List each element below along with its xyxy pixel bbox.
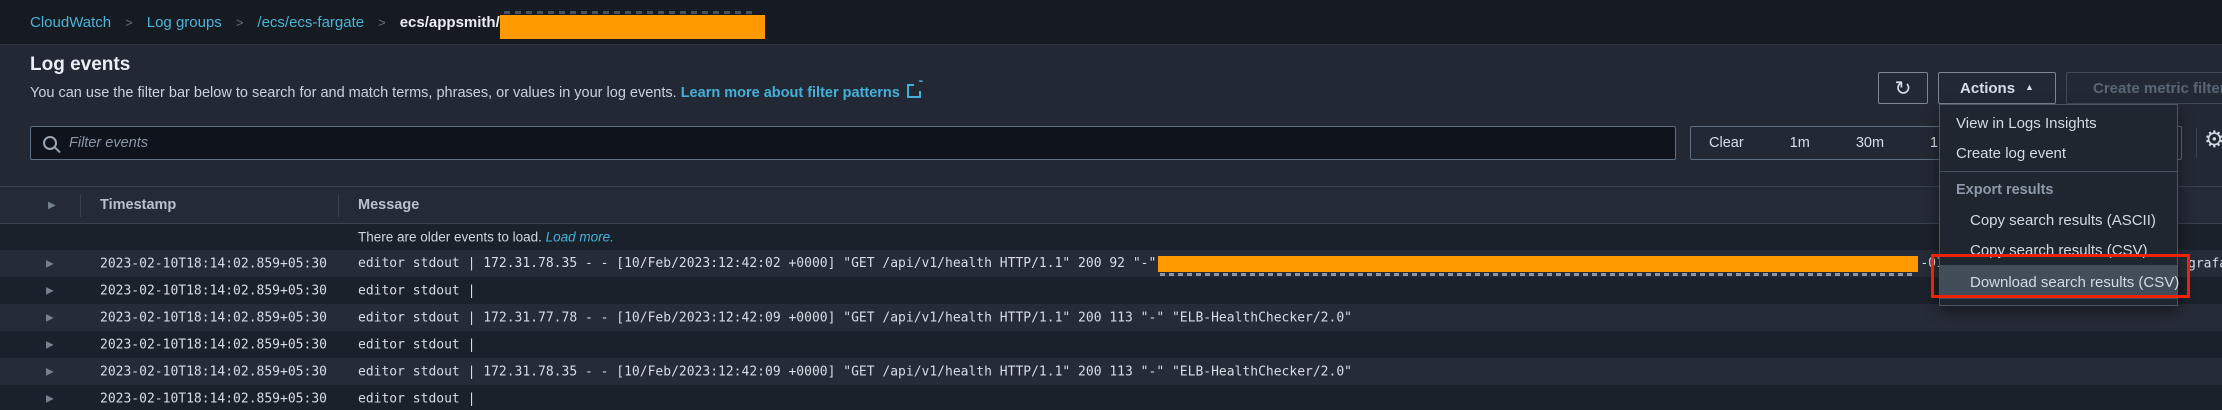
breadcrumb-log-group[interactable]: /ecs/ecs-fargate [257,14,364,31]
redaction-bar [1158,256,1918,272]
page-title: Log events [30,54,130,76]
menu-item-create-log-event[interactable]: Create log event [1940,138,2177,168]
load-more-text: There are older events to load. [358,230,542,245]
gear-icon[interactable]: ⚙ [2204,126,2222,153]
row-timestamp: 2023-02-10T18:14:02.859+05:30 [100,337,327,352]
breadcrumb-separator: > [125,15,133,30]
row-message: editor stdout | 172.31.78.35 - - [10/Feb… [358,364,1352,379]
filter-events-box [30,126,1676,160]
menu-item-copy-search-results-ascii[interactable]: Copy search results (ASCII) [1940,205,2177,235]
expand-row-icon[interactable]: ▶ [46,285,54,296]
column-divider [338,195,339,217]
row-timestamp: 2023-02-10T18:14:02.859+05:30 [100,391,327,406]
refresh-icon: ↻ [1895,76,1912,101]
menu-section-export-results: Export results [1940,175,2177,205]
breadcrumb-separator: > [378,15,386,30]
row-timestamp: 2023-02-10T18:14:02.859+05:30 [100,256,327,271]
column-header-message: Message [358,197,419,213]
row-timestamp: 2023-02-10T18:14:02.859+05:30 [100,310,327,325]
load-more-link[interactable]: Load more. [546,230,614,245]
row-message: editor stdout | [358,391,475,406]
toolbar-divider [2196,128,2197,158]
menu-item-view-in-logs-insights[interactable]: View in Logs Insights [1940,108,2177,138]
row-timestamp: 2023-02-10T18:14:02.859+05:30 [100,364,327,379]
filter-events-input[interactable] [67,134,1663,152]
actions-button[interactable]: Actions ▲ [1938,72,2056,104]
row-timestamp: 2023-02-10T18:14:02.859+05:30 [100,283,327,298]
expand-row-icon[interactable]: ▶ [46,339,54,350]
actions-button-label: Actions [1960,80,2015,97]
table-row[interactable]: ▶ 2023-02-10T18:14:02.859+05:30 editor s… [0,304,2222,331]
column-divider [80,195,81,217]
create-metric-filter-button[interactable]: Create metric filter [2066,72,2222,104]
external-link-icon [907,84,921,98]
page-description: You can use the filter bar below to sear… [30,84,921,101]
table-row[interactable]: ▶ 2023-02-10T18:14:02.859+05:30 editor s… [0,277,2222,304]
row-message-fragment: grafan [2188,256,2222,271]
row-message: editor stdout | [358,283,475,298]
time-range-1m[interactable]: 1m [1790,135,1810,151]
table-row[interactable]: ▶ 2023-02-10T18:14:02.859+05:30 editor s… [0,385,2222,410]
expand-row-icon[interactable]: ▶ [46,393,54,404]
breadcrumb: CloudWatch > Log groups > /ecs/ecs-farga… [0,0,2222,44]
time-range-clear[interactable]: Clear [1709,135,1744,151]
search-icon [43,136,57,150]
create-metric-filter-label: Create metric filter [2093,80,2222,97]
redaction-bar [500,15,765,39]
cloudwatch-log-events-page: CloudWatch > Log groups > /ecs/ecs-farga… [0,0,2222,410]
load-more-row: There are older events to load. Load mor… [0,224,2222,250]
expand-row-icon[interactable]: ▶ [46,312,54,323]
table-row[interactable]: ▶ 2023-02-10T18:14:02.859+05:30 editor s… [0,331,2222,358]
table-row[interactable]: ▶ 2023-02-10T18:14:02.859+05:30 editor s… [0,358,2222,385]
menu-item-download-search-results-csv[interactable]: Download search results (CSV) [1940,265,2177,299]
breadcrumb-log-groups[interactable]: Log groups [147,14,222,31]
breadcrumb-cloudwatch[interactable]: CloudWatch [30,14,111,31]
expand-row-icon[interactable]: ▶ [46,366,54,377]
row-message: editor stdout | 172.31.78.35 - - [10/Feb… [358,256,1991,272]
column-header-timestamp: Timestamp [100,197,176,213]
table-header: ▶ Timestamp Message [0,186,2222,224]
breadcrumb-current-stream: ecs/appsmith/ [400,10,765,34]
table-row[interactable]: ▶ 2023-02-10T18:14:02.859+05:30 editor s… [0,250,2222,277]
expand-row-icon[interactable]: ▶ [46,258,54,269]
learn-more-link[interactable]: Learn more about filter patterns [681,85,900,101]
chevron-up-icon: ▲ [2025,82,2034,92]
row-message: editor stdout | 172.31.77.78 - - [10/Feb… [358,310,1352,325]
expand-all-icon[interactable]: ▶ [48,200,56,211]
breadcrumb-separator: > [236,15,244,30]
actions-menu: View in Logs Insights Create log event E… [1939,104,2178,306]
refresh-button[interactable]: ↻ [1878,72,1928,104]
time-range-30m[interactable]: 30m [1856,135,1884,151]
menu-item-copy-search-results-csv[interactable]: Copy search results (CSV) [1940,235,2177,265]
row-message: editor stdout | [358,337,475,352]
menu-divider [1940,171,2177,172]
